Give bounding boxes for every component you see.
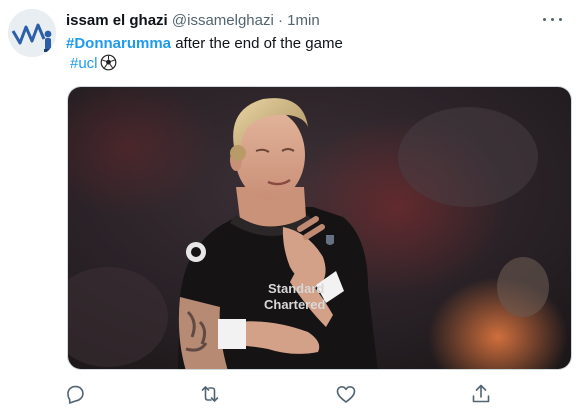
tweet-media[interactable]: Standard Chartered bbox=[67, 86, 572, 370]
reply-icon bbox=[67, 385, 84, 404]
tweet: issam el ghazi @issamelghazi · 1min #Don… bbox=[0, 0, 578, 418]
retweet-icon bbox=[201, 386, 219, 402]
share-button[interactable] bbox=[469, 382, 493, 406]
like-button[interactable] bbox=[334, 382, 358, 406]
tweet-text-line2: #ucl bbox=[70, 54, 117, 77]
like-icon bbox=[336, 386, 356, 403]
author-name[interactable]: issam el ghazi bbox=[66, 12, 168, 29]
author-handle[interactable]: @issamelghazi bbox=[172, 12, 274, 29]
shirt-sponsor-line2: Chartered bbox=[264, 297, 325, 312]
share-icon bbox=[472, 384, 490, 403]
tweet-body: after the end of the game bbox=[171, 35, 343, 52]
more-icon-dot bbox=[551, 18, 554, 21]
soccer-ball-icon bbox=[100, 54, 117, 77]
timestamp[interactable]: 1min bbox=[287, 12, 320, 29]
media-photo: Standard Chartered bbox=[68, 87, 571, 369]
shirt-sponsor-line1: Standard bbox=[268, 281, 324, 296]
reply-button[interactable] bbox=[63, 382, 87, 406]
hashtag-ucl[interactable]: #ucl bbox=[70, 55, 98, 72]
separator-dot: · bbox=[278, 12, 283, 29]
more-icon-dot bbox=[559, 18, 562, 21]
more-icon bbox=[543, 18, 546, 21]
more-button[interactable] bbox=[540, 9, 566, 29]
tweet-header: issam el ghazi @issamelghazi · 1min bbox=[66, 11, 320, 31]
tweet-text: #Donnarumma after the end of the game bbox=[66, 34, 343, 54]
hashtag-donnarumma[interactable]: #Donnarumma bbox=[66, 35, 171, 52]
avatar[interactable] bbox=[8, 9, 56, 57]
retweet-button[interactable] bbox=[198, 382, 222, 406]
action-bar bbox=[0, 376, 578, 410]
